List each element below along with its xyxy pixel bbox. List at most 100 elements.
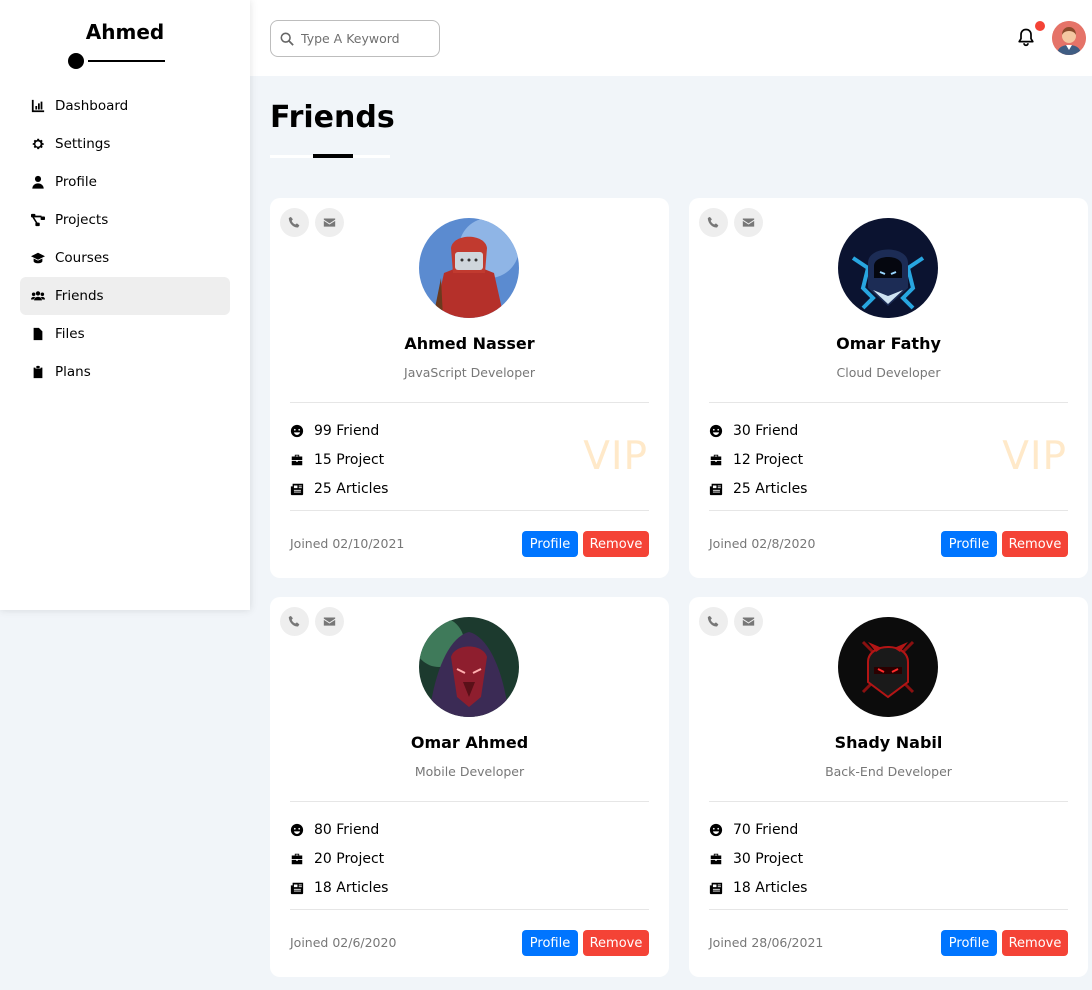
smile-icon bbox=[709, 823, 723, 837]
friend-avatar bbox=[419, 218, 519, 318]
sidebar-item-friends[interactable]: Friends bbox=[20, 277, 230, 315]
friend-name: Ahmed Nasser bbox=[404, 334, 535, 353]
divider bbox=[290, 909, 649, 910]
remove-button[interactable]: Remove bbox=[1002, 930, 1068, 956]
smile-icon bbox=[290, 823, 304, 837]
friend-card: Omar Ahmed Mobile Developer 80 Friend 20… bbox=[270, 597, 669, 977]
friend-job: Mobile Developer bbox=[414, 764, 525, 779]
sidebar-item-label: Courses bbox=[55, 250, 110, 266]
phone-icon bbox=[707, 615, 719, 627]
envelope-icon bbox=[323, 218, 336, 227]
newspaper-icon bbox=[290, 482, 304, 496]
friend-avatar bbox=[838, 218, 938, 318]
email-button[interactable] bbox=[315, 607, 344, 636]
sidebar-item-label: Dashboard bbox=[55, 98, 129, 114]
email-button[interactable] bbox=[734, 607, 763, 636]
briefcase-icon bbox=[290, 453, 304, 467]
email-button[interactable] bbox=[315, 208, 344, 237]
profile-button[interactable]: Profile bbox=[522, 930, 578, 956]
divider bbox=[709, 402, 1068, 403]
friend-count: 80 Friend bbox=[290, 815, 388, 844]
phone-icon bbox=[288, 615, 300, 627]
top-header bbox=[250, 0, 1092, 76]
envelope-icon bbox=[323, 617, 336, 626]
brand-title: Ahmed bbox=[85, 20, 165, 44]
title-underline-accent bbox=[313, 154, 353, 158]
phone-button[interactable] bbox=[699, 607, 728, 636]
sidebar-item-projects[interactable]: Projects bbox=[20, 201, 230, 239]
sidebar-item-label: Plans bbox=[55, 364, 91, 380]
divider bbox=[709, 909, 1068, 910]
profile-button[interactable]: Profile bbox=[522, 531, 578, 557]
remove-button[interactable]: Remove bbox=[583, 930, 649, 956]
sidebar-item-plans[interactable]: Plans bbox=[20, 353, 230, 391]
friend-count: 99 Friend bbox=[290, 416, 388, 445]
gear-icon bbox=[30, 136, 46, 152]
sidebar-item-profile[interactable]: Profile bbox=[20, 163, 230, 201]
friend-job: Cloud Developer bbox=[836, 365, 941, 380]
briefcase-icon bbox=[709, 852, 723, 866]
joined-date: Joined 02/8/2020 bbox=[709, 536, 816, 551]
phone-icon bbox=[707, 216, 719, 228]
friend-count: 70 Friend bbox=[709, 815, 807, 844]
profile-button[interactable]: Profile bbox=[941, 930, 997, 956]
remove-button[interactable]: Remove bbox=[583, 531, 649, 557]
email-button[interactable] bbox=[734, 208, 763, 237]
search-box[interactable] bbox=[270, 20, 440, 57]
sidebar: Ahmed Dashboard Settings Profile Project… bbox=[0, 0, 250, 610]
friend-name: Shady Nabil bbox=[834, 733, 943, 752]
envelope-icon bbox=[742, 218, 755, 227]
friend-name: Omar Fathy bbox=[836, 334, 941, 353]
phone-icon bbox=[288, 216, 300, 228]
phone-button[interactable] bbox=[699, 208, 728, 237]
friend-card: Omar Fathy Cloud Developer 30 Friend 12 … bbox=[689, 198, 1088, 578]
joined-date: Joined 02/6/2020 bbox=[290, 935, 397, 950]
sidebar-item-dashboard[interactable]: Dashboard bbox=[20, 87, 230, 125]
chart-icon bbox=[30, 98, 46, 114]
project-count: 12 Project bbox=[709, 445, 807, 474]
friend-job: JavaScript Developer bbox=[404, 365, 535, 380]
sidebar-item-label: Projects bbox=[55, 212, 109, 228]
joined-date: Joined 02/10/2021 bbox=[290, 536, 405, 551]
briefcase-icon bbox=[290, 852, 304, 866]
phone-button[interactable] bbox=[280, 208, 309, 237]
clipboard-icon bbox=[30, 364, 46, 380]
divider bbox=[290, 402, 649, 403]
article-count: 18 Articles bbox=[290, 873, 388, 902]
article-count: 25 Articles bbox=[709, 474, 807, 503]
divider bbox=[709, 510, 1068, 511]
brand-dot bbox=[68, 53, 84, 69]
file-icon bbox=[30, 326, 46, 342]
sidebar-item-courses[interactable]: Courses bbox=[20, 239, 230, 277]
phone-button[interactable] bbox=[280, 607, 309, 636]
smile-icon bbox=[709, 424, 723, 438]
profile-button[interactable]: Profile bbox=[941, 531, 997, 557]
page-title: Friends bbox=[270, 100, 395, 135]
divider bbox=[709, 801, 1068, 802]
article-count: 18 Articles bbox=[709, 873, 807, 902]
friend-card: Ahmed Nasser JavaScript Developer 99 Fri… bbox=[270, 198, 669, 578]
user-avatar[interactable] bbox=[1052, 21, 1086, 55]
sidebar-item-label: Profile bbox=[55, 174, 97, 190]
sidebar-nav: Dashboard Settings Profile Projects Cour… bbox=[20, 87, 230, 391]
user-icon bbox=[30, 174, 46, 190]
sidebar-item-files[interactable]: Files bbox=[20, 315, 230, 353]
project-count: 15 Project bbox=[290, 445, 388, 474]
friend-name: Omar Ahmed bbox=[410, 733, 529, 752]
vip-label: VIP bbox=[583, 434, 648, 479]
sidebar-item-settings[interactable]: Settings bbox=[20, 125, 230, 163]
friend-count: 30 Friend bbox=[709, 416, 807, 445]
newspaper-icon bbox=[709, 881, 723, 895]
sidebar-item-label: Files bbox=[55, 326, 85, 342]
remove-button[interactable]: Remove bbox=[1002, 531, 1068, 557]
joined-date: Joined 28/06/2021 bbox=[709, 935, 824, 950]
friend-avatar bbox=[838, 617, 938, 717]
project-count: 30 Project bbox=[709, 844, 807, 873]
notification-button[interactable] bbox=[1016, 21, 1045, 49]
newspaper-icon bbox=[709, 482, 723, 496]
graduation-cap-icon bbox=[30, 250, 46, 266]
search-input[interactable] bbox=[301, 31, 421, 46]
friend-job: Back-End Developer bbox=[825, 764, 952, 779]
smile-icon bbox=[290, 424, 304, 438]
divider bbox=[290, 510, 649, 511]
